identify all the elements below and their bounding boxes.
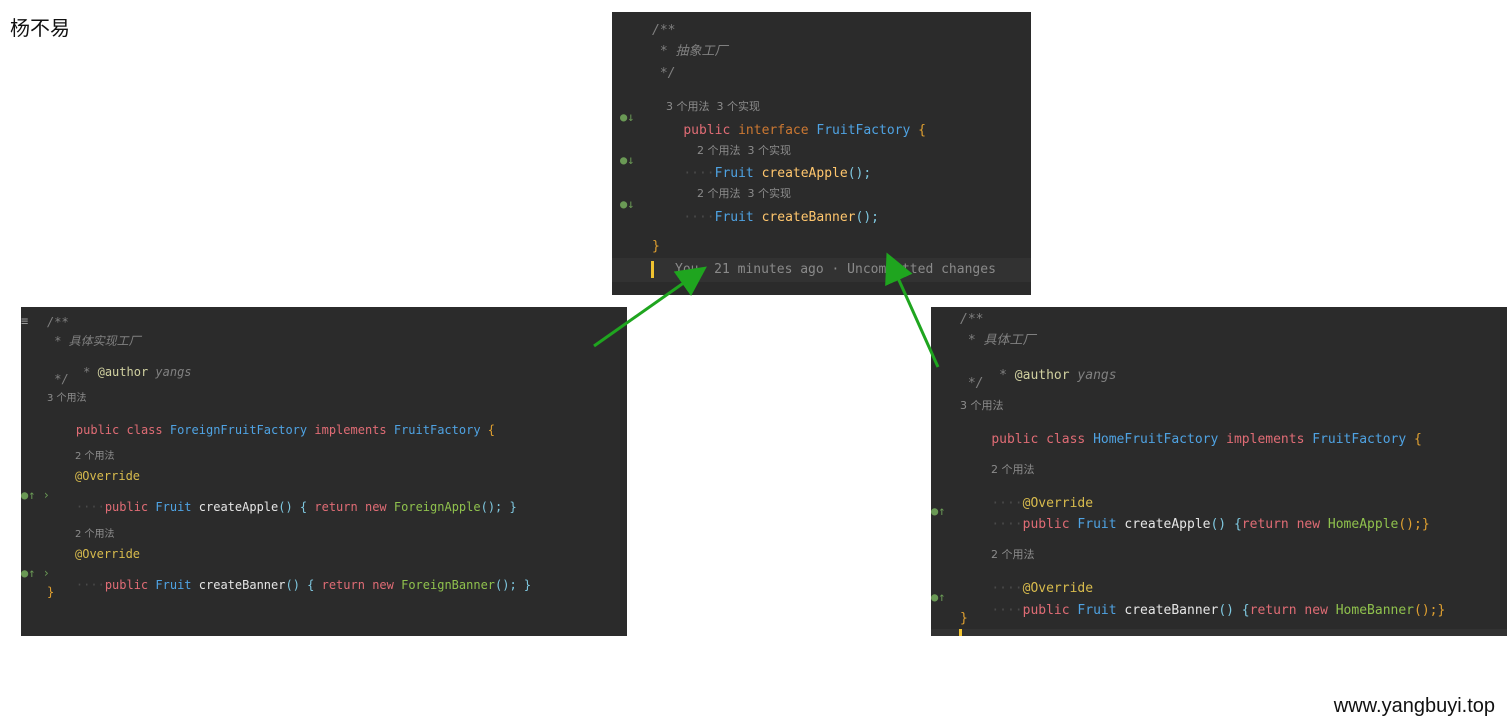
arrow-left-to-interface: [593, 266, 707, 348]
implements-arrows: [593, 252, 940, 368]
arrow-right-to-interface: [885, 252, 940, 368]
